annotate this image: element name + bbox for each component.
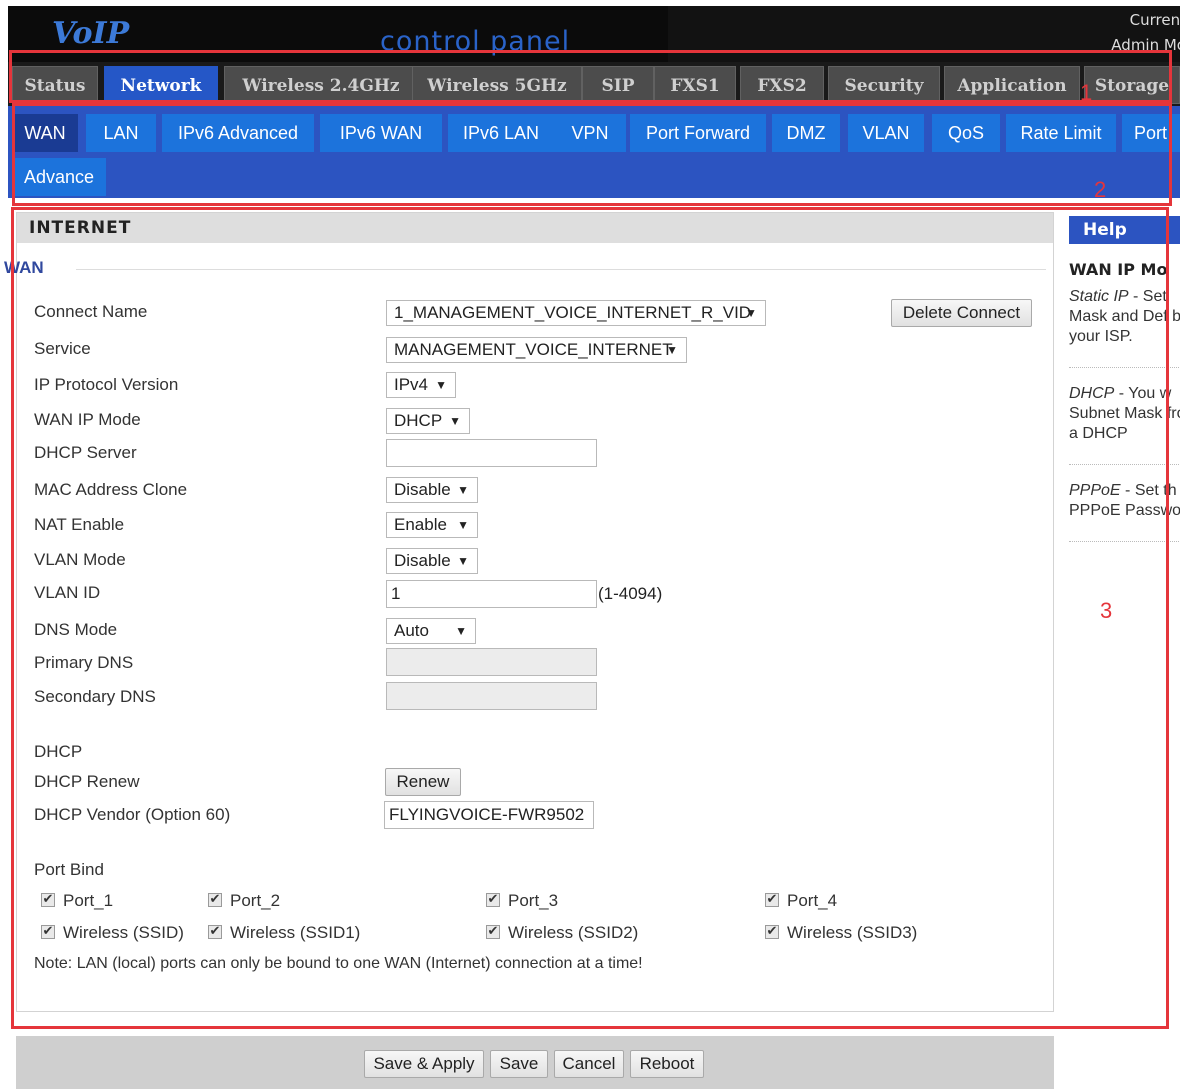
reboot-button[interactable]: Reboot bbox=[630, 1050, 704, 1078]
save-apply-button[interactable]: Save & Apply bbox=[364, 1050, 484, 1078]
voip-logo: VoIP bbox=[52, 16, 130, 51]
annotation-number-2: 2 bbox=[1094, 177, 1107, 202]
annotation-box-3 bbox=[11, 207, 1169, 1029]
cancel-button[interactable]: Cancel bbox=[554, 1050, 624, 1078]
save-button[interactable]: Save bbox=[490, 1050, 548, 1078]
current-user-label: Current bbox=[1129, 11, 1180, 29]
annotation-box-2 bbox=[12, 103, 1172, 206]
annotation-box-1 bbox=[9, 50, 1172, 103]
footer-bar: Save & Apply Save Cancel Reboot bbox=[16, 1036, 1054, 1089]
annotation-number-3: 3 bbox=[1100, 598, 1113, 623]
